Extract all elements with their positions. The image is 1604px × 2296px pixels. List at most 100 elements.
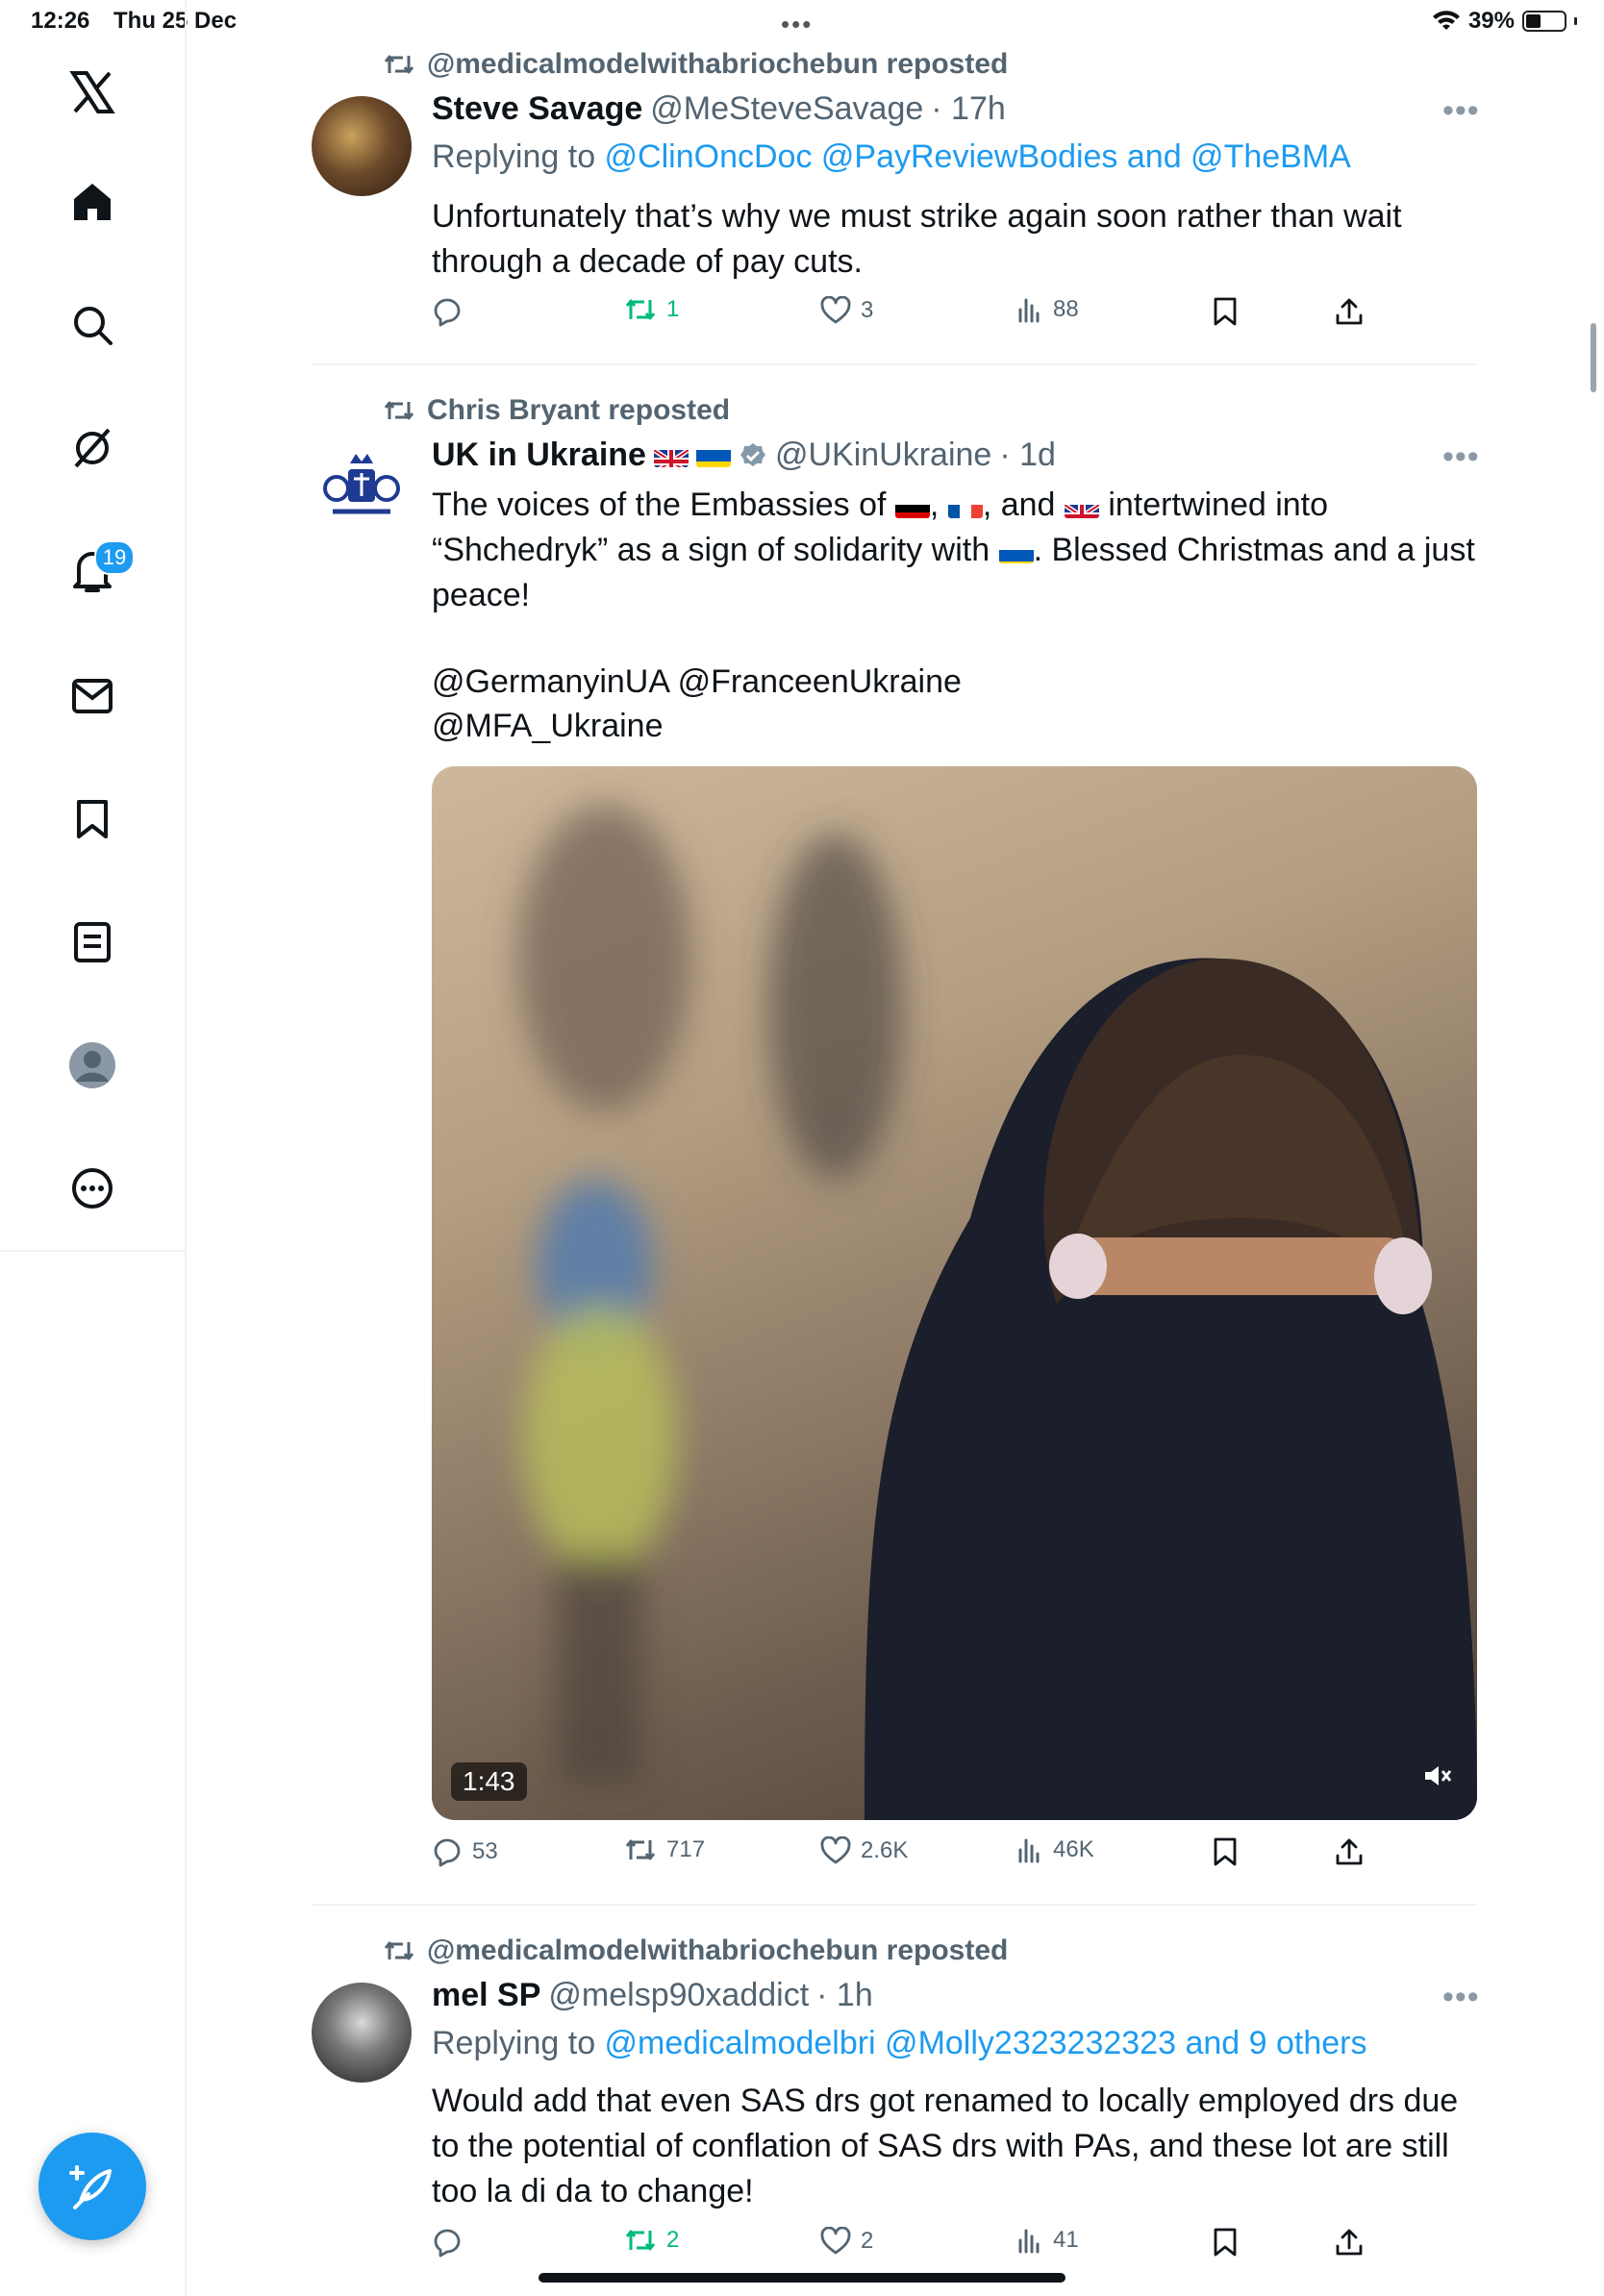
scrollbar[interactable] xyxy=(1591,323,1596,392)
views-button[interactable]: 41 xyxy=(1016,2227,1079,2254)
view-count: 46K xyxy=(1053,1836,1094,1862)
replying-prefix: Replying to xyxy=(432,2025,605,2061)
heart-icon xyxy=(820,296,851,324)
post-text-part: The voices of the Embassies of xyxy=(432,487,887,523)
post-more-icon[interactable]: ••• xyxy=(1442,1979,1480,2016)
view-count: 41 xyxy=(1053,2227,1079,2253)
repost-by[interactable]: @medicalmodelwithabriochebun reposted xyxy=(427,1934,1008,1967)
post-more-icon[interactable]: ••• xyxy=(1442,438,1480,476)
author-handle[interactable]: @melsp90xaddict xyxy=(548,1977,809,2014)
ukraine-flag-icon xyxy=(998,540,1034,563)
bookmark-button[interactable] xyxy=(1213,2227,1238,2258)
repost-icon xyxy=(625,299,656,320)
post-divider xyxy=(312,363,1477,365)
avatar[interactable] xyxy=(312,96,412,196)
repost-icon xyxy=(384,401,414,420)
like-count: 2.6K xyxy=(861,1837,909,1863)
author-name[interactable]: mel SP xyxy=(432,1977,540,2014)
post-mentions[interactable]: @MFA_Ukraine xyxy=(432,704,1480,749)
reply-count: 53 xyxy=(472,1838,498,1864)
repost-icon xyxy=(384,55,414,74)
compose-feather-icon xyxy=(69,2165,112,2209)
share-icon xyxy=(1336,2229,1363,2256)
post-actions: 2 2 41 xyxy=(432,2227,1480,2269)
share-button[interactable] xyxy=(1334,1836,1365,1867)
avatar[interactable] xyxy=(312,1983,412,2083)
like-button[interactable]: 2 xyxy=(820,2227,873,2256)
share-icon xyxy=(1336,1838,1363,1865)
author-name[interactable]: UK in Ukraine xyxy=(432,437,646,474)
post-mentions[interactable]: @GermanyinUA @FranceenUkraine xyxy=(432,660,1480,705)
x-logo-icon[interactable] xyxy=(54,54,131,131)
bookmarks-icon[interactable] xyxy=(54,781,131,858)
messages-icon[interactable] xyxy=(54,658,131,735)
post-actions: 1 3 88 xyxy=(432,296,1480,338)
royal-crest-icon xyxy=(323,454,400,514)
bookmark-button[interactable] xyxy=(1213,1836,1238,1867)
repost-label: @medicalmodelwithabriochebun reposted xyxy=(383,1934,1008,1967)
author-name[interactable]: Steve Savage xyxy=(432,90,642,128)
home-icon[interactable] xyxy=(54,163,131,240)
profile-icon[interactable] xyxy=(54,1027,131,1104)
grok-icon[interactable] xyxy=(54,410,131,487)
search-icon[interactable] xyxy=(54,287,131,363)
repost-count: 717 xyxy=(666,1836,706,1862)
repost-button[interactable]: 1 xyxy=(624,296,679,323)
author-handle[interactable]: @UKinUkraine xyxy=(775,437,991,474)
avatar[interactable] xyxy=(312,442,412,542)
views-icon xyxy=(1018,1838,1040,1863)
home-indicator[interactable] xyxy=(539,2273,1065,2283)
bookmark-icon xyxy=(1214,297,1237,326)
share-icon xyxy=(1336,298,1363,325)
share-button[interactable] xyxy=(1334,296,1365,327)
post-text: Would add that even SAS drs got renamed … xyxy=(432,2083,1459,2209)
repost-button[interactable]: 717 xyxy=(624,1836,705,1863)
repost-by[interactable]: @medicalmodelwithabriochebun reposted xyxy=(427,48,1008,81)
view-count: 88 xyxy=(1053,296,1079,322)
reply-button[interactable] xyxy=(432,296,472,327)
repost-icon xyxy=(625,1839,656,1860)
replying-to: Replying to @ClinOncDoc @PayReviewBodies… xyxy=(432,138,1351,176)
status-indicators: 39% xyxy=(1432,8,1577,35)
bookmark-button[interactable] xyxy=(1213,296,1238,327)
like-count: 3 xyxy=(861,297,874,323)
post-more-icon[interactable]: ••• xyxy=(1442,92,1480,130)
reply-icon xyxy=(434,298,461,327)
repost-icon xyxy=(384,1941,414,1960)
like-button[interactable]: 2.6K xyxy=(820,1836,908,1865)
post-time[interactable]: · 1h xyxy=(816,1977,873,2014)
battery-nub xyxy=(1574,17,1577,25)
reply-icon xyxy=(434,1838,461,1867)
post-text-part: , xyxy=(929,487,940,523)
reply-button[interactable] xyxy=(432,2227,472,2258)
lists-icon[interactable] xyxy=(54,904,131,981)
replying-prefix: Replying to xyxy=(432,138,605,175)
replying-mentions[interactable]: @medicalmodelbri @Molly2323232323 and 9 … xyxy=(605,2025,1367,2061)
multitasking-dots[interactable]: ••• xyxy=(781,10,813,39)
sidebar-divider xyxy=(0,1250,185,1252)
reply-button[interactable]: 53 xyxy=(432,1836,498,1867)
heart-icon xyxy=(820,1836,851,1864)
battery-icon xyxy=(1522,11,1566,32)
repost-by[interactable]: Chris Bryant reposted xyxy=(427,394,730,427)
post-time[interactable]: · 17h xyxy=(931,90,1006,128)
replying-mentions[interactable]: @ClinOncDoc @PayReviewBodies and @TheBMA xyxy=(605,138,1351,175)
views-button[interactable]: 46K xyxy=(1016,1836,1094,1863)
more-icon[interactable] xyxy=(54,1150,131,1227)
author-handle[interactable]: @MeSteveSavage xyxy=(650,90,923,128)
verified-badge-icon xyxy=(739,442,765,466)
notification-badge: 19 xyxy=(94,540,135,575)
ukraine-flag-icon xyxy=(695,444,731,467)
like-button[interactable]: 3 xyxy=(820,296,873,325)
repost-button[interactable]: 2 xyxy=(624,2227,679,2254)
wifi-icon xyxy=(1432,11,1460,30)
video-player[interactable]: 1:43 xyxy=(432,766,1477,1820)
views-button[interactable]: 88 xyxy=(1016,296,1079,323)
uk-flag-icon xyxy=(1064,495,1099,518)
post-time[interactable]: · 1d xyxy=(999,437,1056,474)
share-button[interactable] xyxy=(1334,2227,1365,2258)
views-icon xyxy=(1018,298,1040,323)
compose-post-button[interactable] xyxy=(38,2133,146,2240)
post-header: mel SP @melsp90xaddict · 1h xyxy=(432,1977,873,2014)
mute-icon[interactable] xyxy=(1423,1763,1452,1793)
